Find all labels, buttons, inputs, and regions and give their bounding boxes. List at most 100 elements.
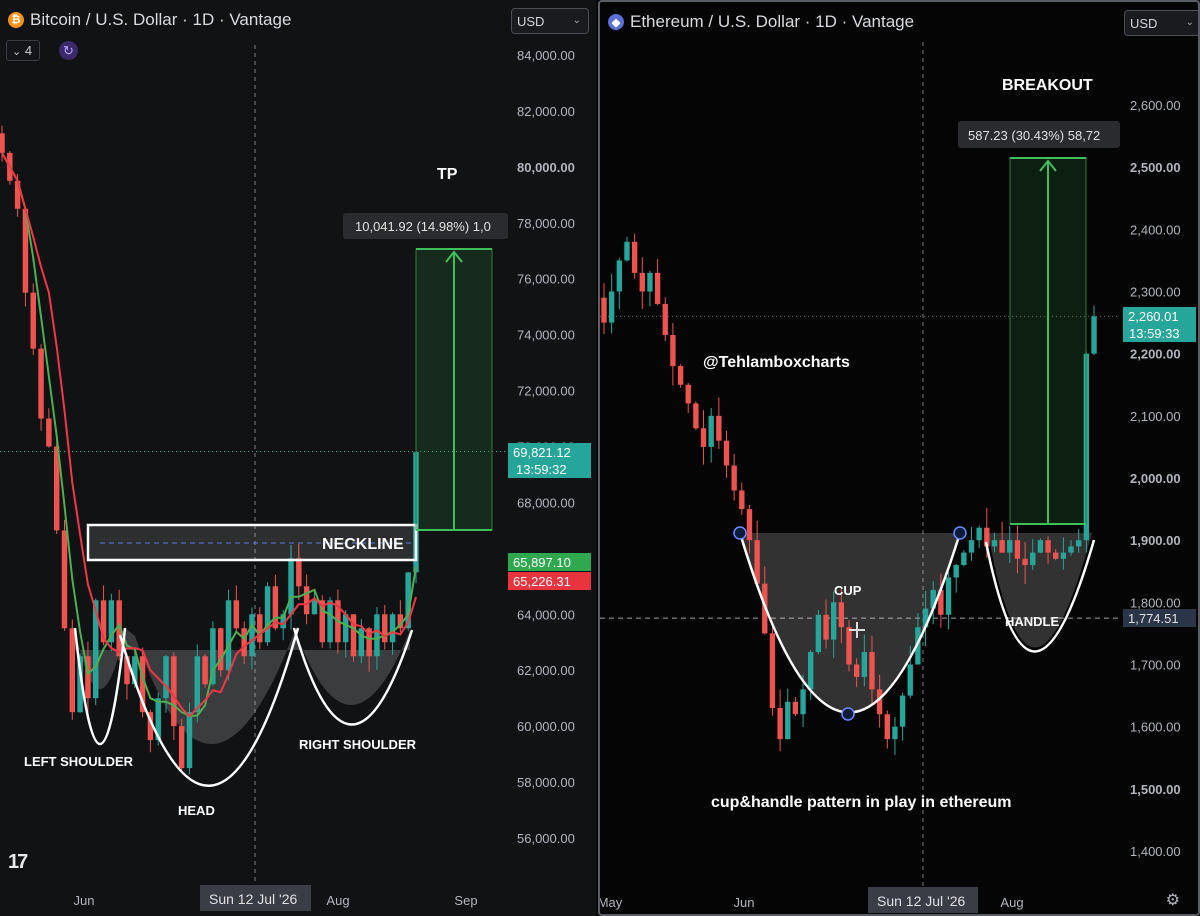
candle-body <box>1014 540 1021 559</box>
candle-body <box>389 614 396 643</box>
ma-green-tag: 65,897.10 <box>513 555 571 570</box>
left-shoulder-label: LEFT SHOULDER <box>24 754 134 769</box>
candle-body <box>46 418 52 447</box>
candle-body <box>288 558 294 615</box>
btc-symbol-title[interactable]: Bitcoin / U.S. Dollar · 1D · Vantage <box>30 10 291 30</box>
btc-chart-panel[interactable]: 84,000.00 82,000.00 80,000.00 78,000.00 76,0… <box>0 0 596 916</box>
eth-currency-select[interactable]: USD ⌄ <box>1124 10 1198 36</box>
crosshair-date: Sun 12 Jul '26 <box>877 893 966 909</box>
candle-body <box>608 291 615 323</box>
candle-body <box>677 366 684 385</box>
price-tick-label: 2,400.00 <box>1130 222 1181 237</box>
candle-body <box>0 133 5 153</box>
btc-header: ₿ Bitcoin / U.S. Dollar · 1D · Vantage <box>8 10 291 30</box>
eth-symbol-title[interactable]: Ethereum / U.S. Dollar · 1D · Vantage <box>630 12 914 32</box>
candle-body <box>264 586 271 643</box>
candle-body <box>171 656 177 727</box>
candle-body <box>654 272 661 304</box>
candle-body <box>769 633 776 709</box>
head-label: HEAD <box>178 803 215 818</box>
refresh-icon[interactable]: ↻ <box>59 41 78 60</box>
price-tick-label: 2,000.00 <box>1130 471 1181 486</box>
last-price-tag: 2,260.01 <box>1128 309 1179 324</box>
candle-body <box>685 384 691 404</box>
eth-chart-panel[interactable]: 2,600.00 2,500.00 2,400.00 2,300.00 2,200.00… <box>598 0 1200 916</box>
time-tick-label: Aug <box>1000 895 1023 910</box>
candle-body <box>601 297 607 323</box>
ethereum-icon: ◆ <box>608 14 624 30</box>
pivot-marker <box>733 526 747 540</box>
candle-body <box>662 303 668 336</box>
candle-body <box>186 712 193 769</box>
candle-body <box>1030 552 1036 566</box>
candle-body <box>163 656 169 699</box>
price-tick-label: 2,500.00 <box>1130 160 1181 175</box>
candle-body <box>624 241 630 261</box>
measure-label: 587.23 (30.43%) 58,72 <box>968 128 1100 143</box>
gear-icon[interactable]: ⚙ <box>1166 890 1180 910</box>
price-tick-label: 1,800.00 <box>1130 595 1181 610</box>
price-tick-label: 1,600.00 <box>1130 720 1181 735</box>
candle-body <box>708 415 714 447</box>
price-tick-label: 58,000.00 <box>517 775 575 790</box>
candle-body <box>639 272 645 292</box>
candle-body <box>846 627 852 665</box>
price-tick-label: 82,000.00 <box>517 104 575 119</box>
candle-body <box>739 490 745 510</box>
eth-currency-label: USD <box>1130 16 1158 31</box>
candle-body <box>746 509 753 541</box>
candle-body <box>342 614 349 643</box>
candle-body <box>1076 540 1082 547</box>
btc-chart-canvas[interactable]: 84,000.00 82,000.00 80,000.00 78,000.00 76,0… <box>0 0 596 916</box>
candle-body <box>892 726 898 740</box>
candle-body <box>1053 552 1059 559</box>
eth-chart-canvas[interactable]: 2,600.00 2,500.00 2,400.00 2,300.00 2,200.00… <box>600 2 1198 914</box>
eth-header: ◆ Ethereum / U.S. Dollar · 1D · Vantage <box>608 12 914 32</box>
indicator-count: 4 <box>24 43 33 58</box>
candle-body <box>853 664 860 677</box>
price-tick-label: 2,100.00 <box>1130 409 1181 424</box>
candle-body <box>30 292 36 349</box>
candle-body <box>647 272 653 292</box>
candle-body <box>327 600 333 643</box>
candle-body <box>202 656 208 685</box>
candle-body <box>382 614 388 643</box>
candle-body <box>311 600 318 615</box>
candle-body <box>249 614 255 657</box>
author-handle: @Tehlamboxcharts <box>703 354 850 371</box>
time-tick-label: Jun <box>734 895 755 910</box>
price-tick-label: 80,000.00 <box>517 160 575 175</box>
candle-body <box>815 614 822 653</box>
price-tick-label: 56,000.00 <box>517 831 575 846</box>
candle-body <box>38 348 44 419</box>
price-tick-label: 1,700.00 <box>1130 658 1181 673</box>
candle-body <box>823 614 829 640</box>
crosshair-date: Sun 12 Jul '26 <box>209 891 298 907</box>
candle-body <box>194 656 201 713</box>
candle-body <box>861 652 867 677</box>
price-tick-label: 1,400.00 <box>1130 844 1181 859</box>
candle-body <box>241 628 247 657</box>
candle-body <box>884 714 890 740</box>
candle-body <box>953 565 959 578</box>
candle-body <box>991 540 998 547</box>
btc-currency-select[interactable]: USD ⌄ <box>511 8 589 34</box>
candle-body <box>700 428 707 447</box>
candle-body <box>731 465 737 491</box>
price-tick-label: 1,900.00 <box>1130 533 1181 548</box>
measure-label: 10,041.92 (14.98%) 1,0 <box>355 219 491 234</box>
candle-body <box>945 577 952 615</box>
candle-body <box>968 540 975 553</box>
time-tick-label: Jun <box>74 893 95 908</box>
candle-body <box>257 614 263 643</box>
breakout-label: BREAKOUT <box>1002 77 1093 94</box>
candle-body <box>631 241 638 273</box>
indicators-toggle[interactable]: ⌄ 4 <box>6 40 40 61</box>
crosshair-price-tag: 1,774.51 <box>1128 611 1179 626</box>
candle-body <box>225 600 232 671</box>
candle-body <box>831 602 837 640</box>
candle-body <box>899 695 906 727</box>
ma-red-tag: 65,226.31 <box>513 574 571 589</box>
price-tick-label: 62,000.00 <box>517 663 575 678</box>
tp-label: TP <box>437 166 458 183</box>
